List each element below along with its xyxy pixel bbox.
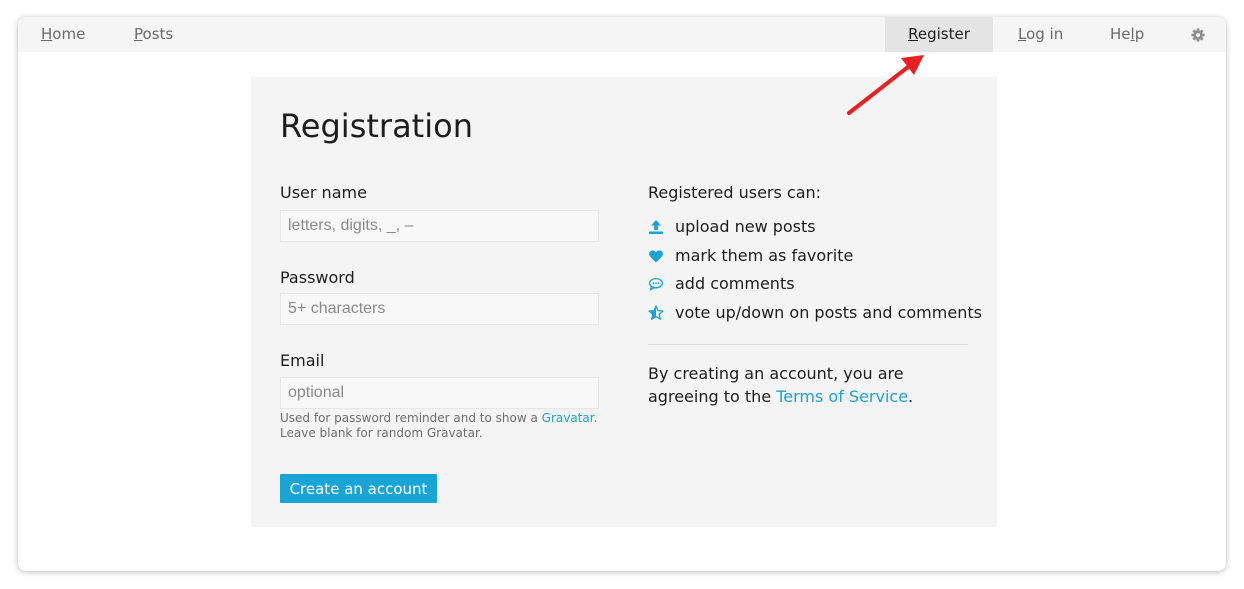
top-navigation: Home Posts Register Log in Help <box>18 17 1226 52</box>
email-input[interactable] <box>280 377 599 409</box>
browser-window: Home Posts Register Log in Help Registra… <box>18 17 1226 571</box>
nav-register-link[interactable]: Register <box>885 17 993 52</box>
nav-home-link[interactable]: Home <box>41 17 85 52</box>
email-help-prefix: Used for password reminder and to show a <box>280 411 542 425</box>
email-help-text: Used for password reminder and to show a… <box>280 411 610 441</box>
feature-text: add comments <box>675 274 795 293</box>
registration-panel: Registration User name Password Email Us… <box>251 77 997 527</box>
benefits-title: Registered users can: <box>648 183 822 202</box>
gear-icon[interactable] <box>1190 27 1206 43</box>
nav-home-rest: ome <box>52 25 86 43</box>
feature-text: mark them as favorite <box>675 246 854 265</box>
feature-text: vote up/down on posts and comments <box>675 303 982 322</box>
star-icon <box>648 305 664 320</box>
page-title: Registration <box>280 107 473 145</box>
nav-help-start: He <box>1110 25 1131 43</box>
nav-help-end: p <box>1134 25 1145 43</box>
username-input[interactable] <box>280 210 599 242</box>
username-label: User name <box>280 183 367 202</box>
divider <box>648 344 968 345</box>
nav-posts-rest: osts <box>142 25 174 43</box>
nav-login-link[interactable]: Log in <box>1018 17 1063 52</box>
heart-icon <box>649 250 663 263</box>
gravatar-link[interactable]: Gravatar <box>542 411 594 425</box>
nav-login-rest: og in <box>1026 25 1064 43</box>
terms-suffix: . <box>908 387 914 406</box>
nav-help-link[interactable]: Help <box>1110 17 1144 52</box>
terms-of-service-link[interactable]: Terms of Service <box>776 387 908 406</box>
password-label: Password <box>280 268 355 287</box>
comment-icon <box>648 277 664 292</box>
create-account-button[interactable]: Create an account <box>280 474 437 503</box>
email-label: Email <box>280 351 325 370</box>
nav-posts-link[interactable]: Posts <box>134 17 173 52</box>
terms-text: By creating an account, you are agreeing… <box>648 362 978 408</box>
feature-text: upload new posts <box>675 217 816 236</box>
nav-register-rest: egister <box>917 25 970 43</box>
upload-icon <box>649 220 663 234</box>
password-input[interactable] <box>280 293 599 325</box>
